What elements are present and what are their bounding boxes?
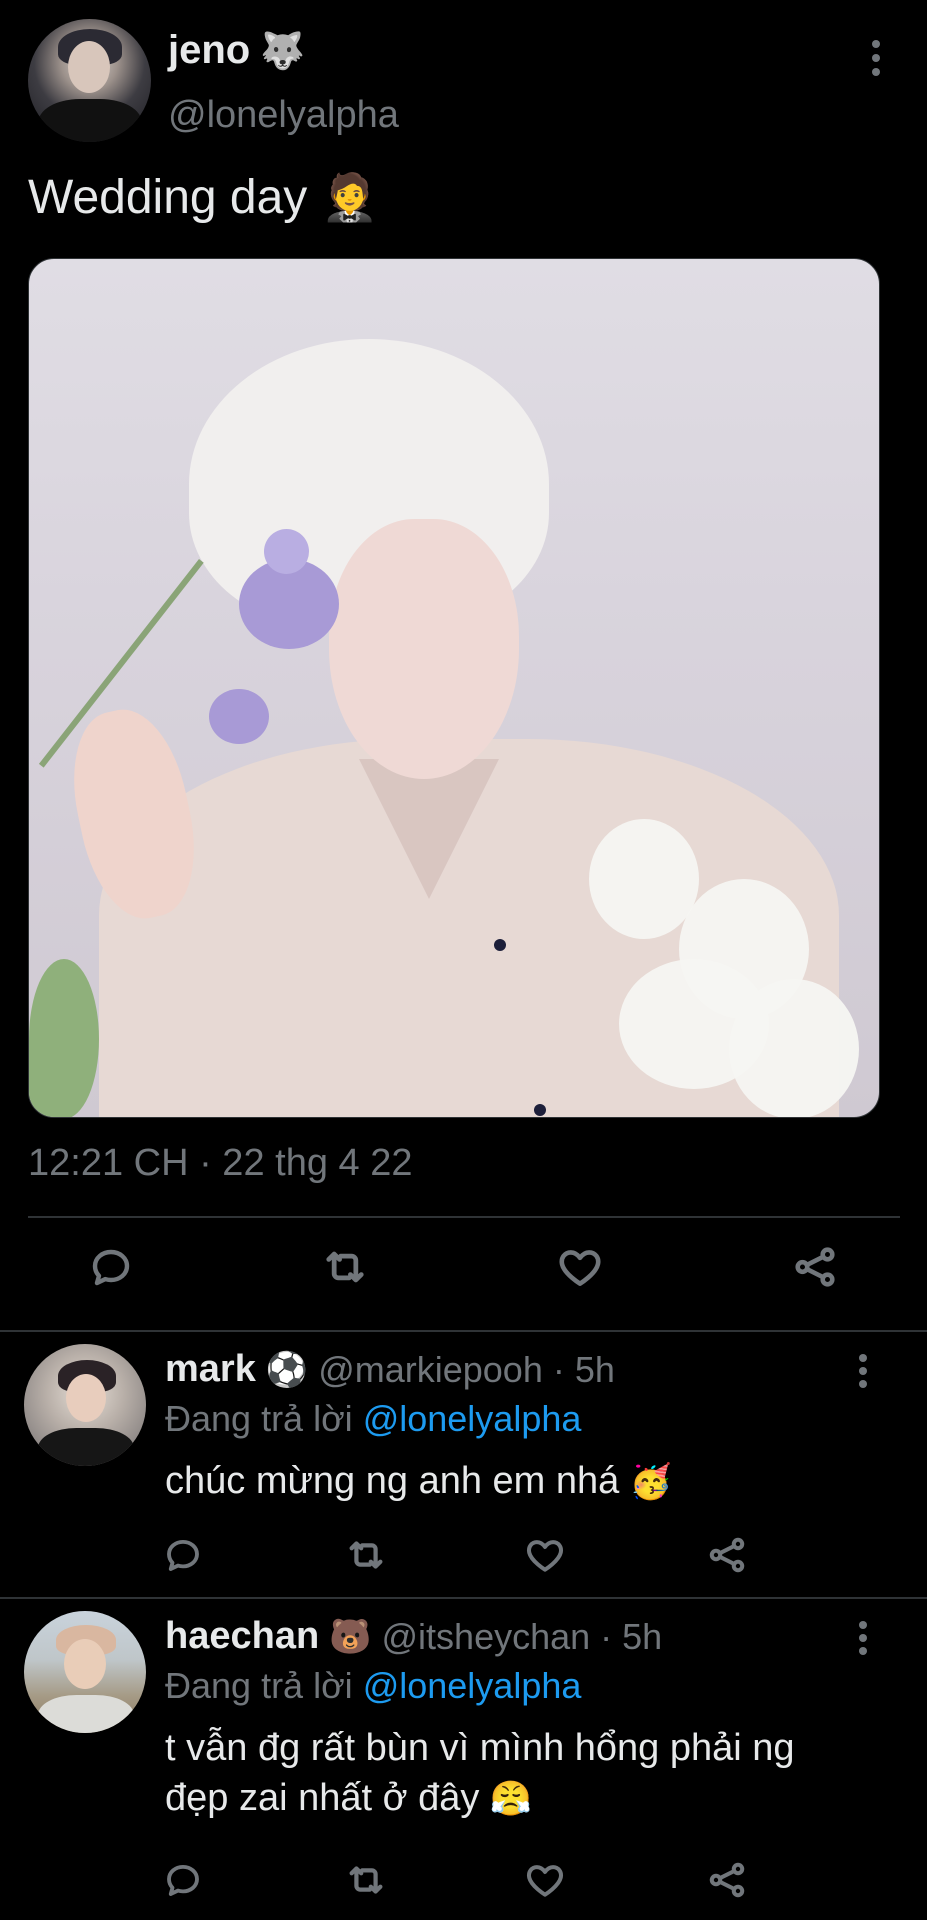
replying-prefix: Đang trả lời	[165, 1665, 353, 1706]
author-display-name[interactable]: jeno	[168, 28, 250, 73]
replying-to: Đang trả lời @lonelyalpha	[165, 1665, 581, 1707]
more-options-icon[interactable]	[866, 40, 886, 80]
reply-item[interactable]: mark ⚽ @markiepooh · 5h Đang trả lời @lo…	[0, 1332, 927, 1596]
main-tweet: jeno 🐺 @lonelyalpha Wedding day 🤵 12:21 …	[0, 0, 927, 1330]
reply-handle-time[interactable]: @markiepooh · 5h	[318, 1349, 615, 1391]
reply-display-name[interactable]: mark	[165, 1348, 256, 1391]
bear-emoji: 🐻	[329, 1616, 372, 1657]
reply-actions	[0, 1532, 927, 1592]
author-name-row: jeno 🐺	[168, 28, 305, 73]
like-icon[interactable]	[522, 1857, 568, 1903]
mention-link[interactable]: @lonelyalpha	[363, 1398, 582, 1439]
reply-handle-time[interactable]: @itsheychan · 5h	[382, 1616, 663, 1658]
like-icon[interactable]	[553, 1240, 607, 1294]
reply-header: mark ⚽ @markiepooh · 5h	[165, 1348, 615, 1391]
author-avatar[interactable]	[28, 19, 151, 142]
tweet-text-content: Wedding day	[28, 171, 308, 224]
soccer-ball-emoji: ⚽	[265, 1349, 309, 1390]
retweet-icon[interactable]	[343, 1532, 389, 1578]
divider	[28, 1216, 900, 1218]
mention-link[interactable]: @lonelyalpha	[363, 1665, 582, 1706]
more-options-icon[interactable]	[853, 1354, 873, 1394]
tweet-photo[interactable]	[28, 258, 880, 1118]
share-icon[interactable]	[704, 1857, 750, 1903]
reply-header: haechan 🐻 @itsheychan · 5h	[165, 1615, 662, 1658]
reply-text-content: chúc mừng ng anh em nhá	[165, 1460, 620, 1502]
reply-text-line: t vẫn đg rất bùn vì mình hổng phải ng	[165, 1727, 795, 1769]
reply-icon[interactable]	[84, 1240, 138, 1294]
reply-icon[interactable]	[160, 1532, 206, 1578]
groom-emoji: 🤵	[321, 170, 379, 224]
share-icon[interactable]	[704, 1532, 750, 1578]
reply-text: t vẫn đg rất bùn vì mình hổng phải ng đẹ…	[165, 1723, 795, 1824]
wolf-emoji: 🐺	[260, 30, 306, 72]
reply-text-line: đẹp zai nhất ở đây	[165, 1777, 480, 1819]
steam-nose-emoji: 😤	[489, 1779, 533, 1819]
reply-avatar[interactable]	[24, 1344, 146, 1466]
reply-item[interactable]: haechan 🐻 @itsheychan · 5h Đang trả lời …	[0, 1599, 927, 1920]
share-icon[interactable]	[788, 1240, 842, 1294]
like-icon[interactable]	[522, 1532, 568, 1578]
reply-avatar[interactable]	[24, 1611, 146, 1733]
replying-to: Đang trả lời @lonelyalpha	[165, 1398, 581, 1440]
reply-actions	[0, 1857, 927, 1917]
tweet-timestamp[interactable]: 12:21 CH · 22 thg 4 22	[28, 1142, 412, 1185]
reply-display-name[interactable]: haechan	[165, 1615, 319, 1658]
reply-icon[interactable]	[160, 1857, 206, 1903]
tweet-actions	[0, 1240, 927, 1310]
replying-prefix: Đang trả lời	[165, 1398, 353, 1439]
retweet-icon[interactable]	[343, 1857, 389, 1903]
party-face-emoji: 🥳	[629, 1462, 673, 1502]
author-handle[interactable]: @lonelyalpha	[168, 94, 399, 137]
reply-text: chúc mừng ng anh em nhá 🥳	[165, 1456, 672, 1507]
tweet-text: Wedding day 🤵	[28, 170, 379, 225]
more-options-icon[interactable]	[853, 1621, 873, 1661]
retweet-icon[interactable]	[318, 1240, 372, 1294]
